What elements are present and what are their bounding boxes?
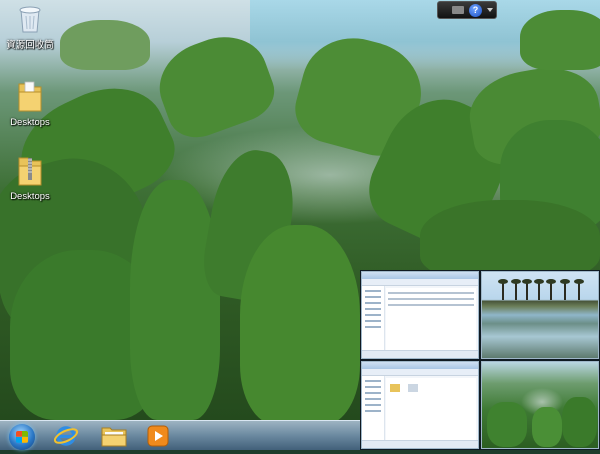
windows-start-orb-icon: [9, 424, 35, 450]
help-icon[interactable]: ?: [469, 4, 482, 17]
palm-tree-shape: [511, 279, 521, 300]
palm-tree-shape: [546, 279, 556, 300]
windows-flag-icon: [16, 431, 28, 443]
thumbnail-photo-green-rocks[interactable]: [481, 361, 599, 449]
folder-icon: [101, 427, 127, 447]
wallpaper-rock: [520, 10, 600, 70]
wallpaper-rock: [60, 20, 150, 70]
desktop-icon-folder-1[interactable]: Desktops: [0, 80, 60, 128]
desktop-icon-label: 資源回收筒: [6, 40, 54, 51]
thumbnail-explorer-window-1[interactable]: [361, 271, 479, 359]
media-player-icon: [147, 425, 169, 447]
window-content: [386, 378, 476, 440]
window-status-bar: [362, 440, 478, 448]
rock-shape: [562, 397, 597, 447]
desktop-icon-folder-2[interactable]: Desktops: [0, 154, 60, 202]
palm-tree-shape: [560, 279, 570, 300]
rock-shape: [532, 407, 562, 447]
folder-icon: [18, 81, 42, 112]
palm-tree-shape: [498, 279, 508, 300]
thumbnail-photo-rice-field[interactable]: [481, 271, 599, 359]
thumbnail-explorer-window-2[interactable]: [361, 361, 479, 449]
desktop-icon-label: Desktops: [10, 117, 50, 128]
desktop-icon-recycle-bin[interactable]: 資源回收筒: [0, 4, 60, 51]
palm-tree-shape: [522, 279, 532, 300]
folder-zip-icon: [18, 157, 42, 186]
window-content: [386, 288, 476, 350]
taskbar: [0, 420, 360, 450]
window-nav-pane: [362, 376, 385, 448]
taskbar-media-player[interactable]: [140, 422, 176, 449]
wallpaper-rock: [240, 225, 360, 420]
window-titlebar: [362, 362, 478, 369]
gadget-window-icon[interactable]: [452, 6, 464, 14]
wallpaper-rock: [420, 200, 600, 280]
palm-tree-shape: [574, 279, 584, 300]
palm-tree-shape: [534, 279, 544, 300]
taskbar-file-explorer[interactable]: [96, 422, 132, 449]
rock-shape: [487, 402, 527, 447]
folder-icon: [390, 384, 400, 392]
chevron-down-icon[interactable]: [487, 8, 493, 12]
window-status-bar: [362, 350, 478, 358]
window-toolbar: [362, 369, 478, 376]
desktop-gadget-toolbar[interactable]: ?: [437, 1, 497, 19]
wallpaper-rock: [130, 180, 220, 420]
window-toolbar: [362, 279, 478, 286]
internet-explorer-icon: [53, 426, 79, 446]
window-titlebar: [362, 272, 478, 279]
recycle-bin-icon: [19, 6, 41, 33]
taskbar-internet-explorer[interactable]: [48, 422, 84, 449]
start-button[interactable]: [2, 422, 40, 450]
desktop-icon-label: Desktops: [10, 191, 50, 202]
folder-icon: [408, 384, 419, 392]
window-thumbnails-panel: [360, 270, 600, 450]
window-nav-pane: [362, 286, 385, 358]
